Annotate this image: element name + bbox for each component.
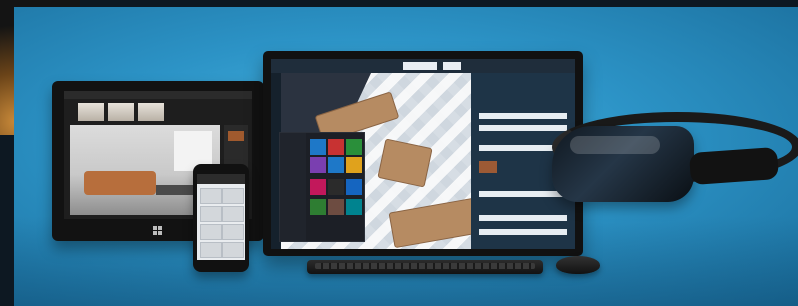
thumbnail [138,103,164,121]
app-tile [328,179,344,195]
app-tile [328,199,344,215]
grid-cell [222,224,244,240]
color-swatch [479,161,497,173]
app-toolbar [271,59,575,73]
grid-cell [200,206,222,222]
panel-row [479,125,567,131]
color-swatch [228,131,244,141]
headset-arm [688,146,780,186]
thumbnail [78,103,104,121]
app-tile [310,199,326,215]
windows-logo-icon [153,226,163,236]
toolbar-button [403,62,437,70]
start-menu-app-list [280,133,306,241]
mouse [556,256,600,274]
sofa [84,171,156,195]
phone-screen [197,174,245,260]
app-tile [310,157,326,173]
keyboard [307,260,543,274]
coffee-table [156,185,196,195]
tablet-topbar [64,91,252,99]
app-tile [346,179,362,195]
grid-cell [222,188,244,204]
panel-row [479,113,567,119]
panel-row [479,215,567,221]
toolbar-button [443,62,461,70]
app-tile [328,139,344,155]
thumbnail [108,103,134,121]
grid-cell [200,224,222,240]
app-tile [328,157,344,173]
start-menu [279,132,365,242]
phone-device [193,164,249,272]
panel-row [479,229,567,235]
grid-cell [222,242,244,258]
app-tile [346,199,362,215]
panel-row [479,191,567,197]
grid-cell [222,206,244,222]
app-tile [346,157,362,173]
grid-cell [200,242,222,258]
phone-header [197,174,245,184]
app-tile [310,139,326,155]
couch-model [377,138,433,188]
app-tile [346,139,362,155]
couch-model [388,197,471,249]
headset-visor [552,126,694,202]
grid-cell [200,188,222,204]
app-tile [310,179,326,195]
product-lineup-photo [0,0,798,306]
